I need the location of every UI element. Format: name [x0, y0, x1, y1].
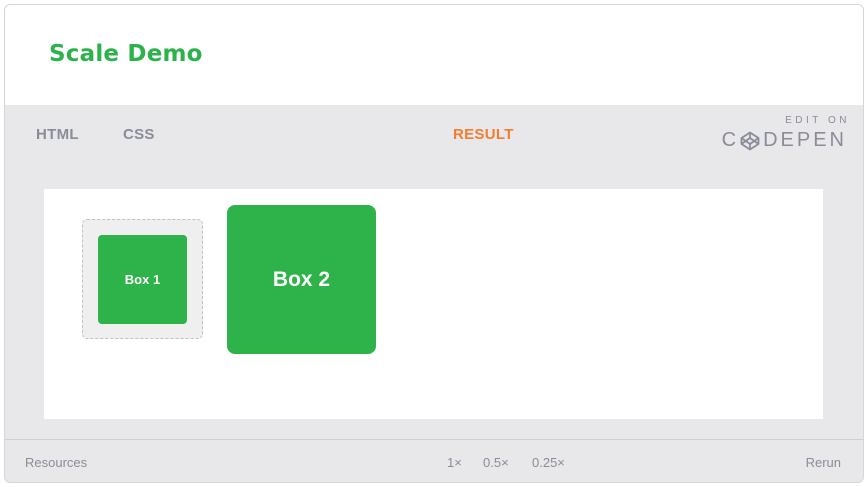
tab-css[interactable]: CSS: [123, 126, 155, 143]
tab-html[interactable]: HTML: [36, 126, 79, 143]
result-pane: Box 1 Box 2: [44, 189, 823, 419]
embed-footer: Resources 1× 0.5× 0.25× Rerun: [5, 439, 863, 482]
codepen-logo-text: DEPEN: [763, 129, 847, 151]
edit-on-label: EDIT ON: [785, 115, 850, 126]
codepen-cube-icon: [740, 131, 760, 151]
zoom-0.25x-button[interactable]: 0.25×: [532, 455, 565, 470]
codepen-logo: C DEPEN: [722, 129, 847, 152]
box-2: Box 2: [227, 205, 376, 354]
codepen-embed: Scale Demo HTML CSS RESULT EDIT ON C DEP…: [4, 4, 864, 483]
resources-button[interactable]: Resources: [25, 455, 87, 470]
tab-bar: HTML CSS RESULT EDIT ON C DEPEN: [5, 105, 863, 165]
embed-header: Scale Demo: [5, 5, 863, 105]
box-1: Box 1: [98, 235, 187, 324]
zoom-0.5x-button[interactable]: 0.5×: [483, 455, 509, 470]
zoom-1x-button[interactable]: 1×: [447, 455, 462, 470]
tab-result[interactable]: RESULT: [453, 126, 514, 143]
page-title: Scale Demo: [49, 41, 203, 67]
rerun-button[interactable]: Rerun: [806, 455, 841, 470]
edit-on-codepen-link[interactable]: EDIT ON C DEPEN: [722, 115, 847, 152]
codepen-logo-prefix: C: [721, 129, 740, 151]
